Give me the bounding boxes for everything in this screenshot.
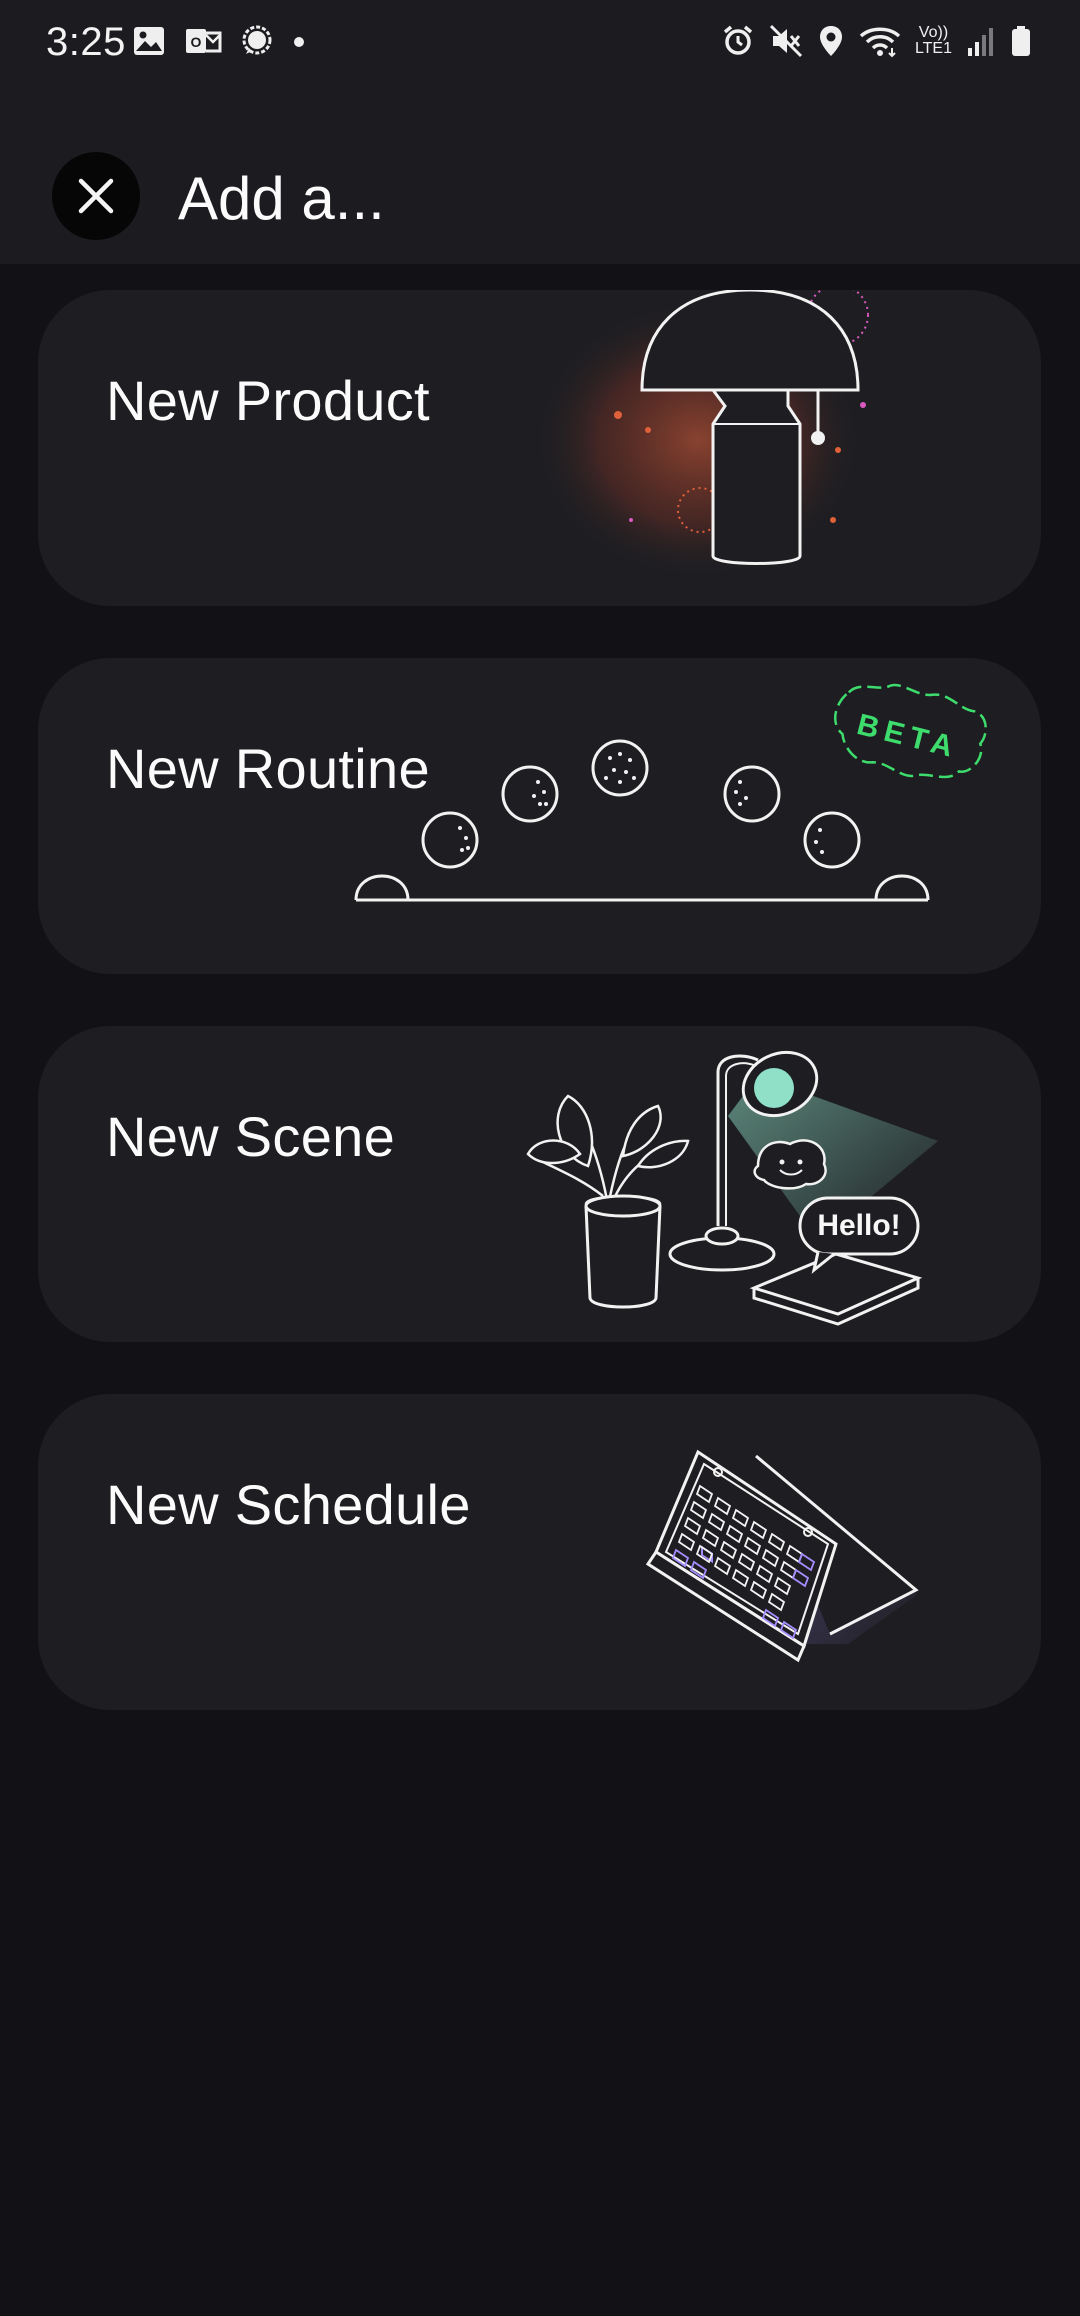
outlook-icon: O [186,29,222,53]
image-icon [134,27,164,55]
top-app-bar: Add a... [0,88,1080,264]
alarm-icon [723,25,753,55]
new-scene-label: New Scene [106,1105,396,1168]
mute-icon [769,24,802,58]
moon-phase-5 [803,811,861,869]
calendar-illustration [645,1449,919,1663]
hello-text: Hello! [817,1209,900,1242]
system-icons: Vo)) LTE1 [721,24,1032,58]
desk-lamp-plant-illustration: Hello! [526,1050,938,1326]
moon-phase-full [591,739,649,797]
moon-phases-illustration: BETA [354,683,987,902]
new-product-card[interactable]: New Product [38,290,1041,606]
network-type: Vo)) LTE1 [915,25,952,57]
lte-label: LTE1 [914,40,952,57]
plant-icon [526,1094,690,1309]
battery-icon [1012,26,1030,56]
dot-icon [294,37,304,47]
new-schedule-card[interactable]: New Schedule [38,1394,1041,1710]
status-bar: 3:25 O Vo)) LTE1 [0,0,1080,88]
phone-icon [749,1252,923,1326]
page-title: Add a... [178,165,385,232]
close-button[interactable] [52,152,140,240]
moon-phase-4 [723,765,781,823]
volte-label: Vo)) [918,24,949,41]
new-product-label: New Product [106,369,430,432]
smiley-icon [753,1139,827,1190]
new-routine-card[interactable]: New Routine BETA [38,658,1041,974]
beta-text: BETA [854,708,962,765]
location-icon [819,26,842,56]
new-schedule-label: New Schedule [106,1473,471,1536]
status-time: 3:25 [46,20,126,64]
svg-text:O: O [191,34,202,50]
signal-messenger-icon [242,25,272,55]
wifi-icon [859,27,901,58]
lamp-illustration [538,290,869,580]
close-icon [78,178,114,214]
new-scene-card[interactable]: New Scene Hello! [38,1026,1041,1342]
cell-signal-icon [968,28,993,56]
moon-phase-2 [501,765,559,823]
beta-badge: BETA [833,683,987,779]
moon-phase-1 [421,811,479,869]
notification-icons: O [132,24,306,58]
